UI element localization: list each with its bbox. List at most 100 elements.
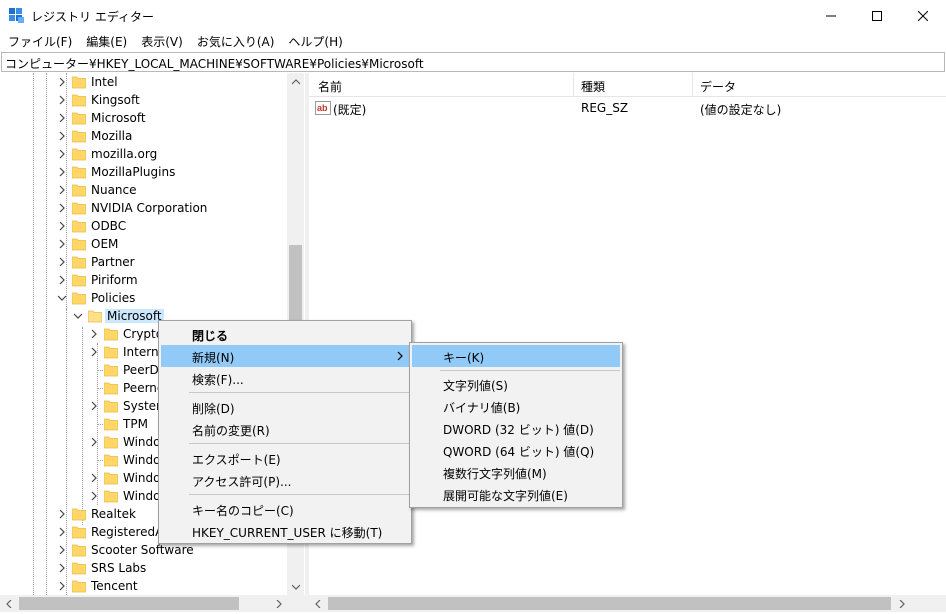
- menu-item-find[interactable]: 検索(F)...: [161, 367, 409, 389]
- menu-item-permissions[interactable]: アクセス許可(P)...: [161, 469, 409, 491]
- tree-item-intel[interactable]: Intel: [0, 73, 287, 91]
- menu-item-delete[interactable]: 削除(D): [161, 396, 409, 418]
- scroll-up-button[interactable]: [287, 73, 304, 90]
- chevron-right-icon[interactable]: [56, 256, 68, 268]
- menu-item-copy-key-name[interactable]: キー名のコピー(C): [161, 498, 409, 520]
- tree-item-mozilla[interactable]: Mozilla: [0, 127, 287, 145]
- menu-item-goto-hkcu[interactable]: HKEY_CURRENT_USER に移動(T): [161, 520, 409, 542]
- menu-item-label: 展開可能な文字列値(E): [443, 489, 568, 503]
- menu-item-rename[interactable]: 名前の変更(R): [161, 418, 409, 440]
- chevron-right-icon[interactable]: [56, 580, 68, 592]
- chevron-right-icon[interactable]: [56, 526, 68, 538]
- menu-item-collapse[interactable]: 閉じる: [161, 323, 409, 345]
- tree-item-microsoft[interactable]: Microsoft: [0, 109, 287, 127]
- tree-item-nuance[interactable]: Nuance: [0, 181, 287, 199]
- folder-icon: [72, 184, 86, 197]
- chevron-right-icon[interactable]: [88, 346, 100, 358]
- chevron-right-icon[interactable]: [56, 148, 68, 160]
- column-header-data[interactable]: データ: [700, 78, 736, 95]
- address-path: コンピューター¥HKEY_LOCAL_MACHINE¥SOFTWARE¥Poli…: [5, 57, 424, 71]
- menu-item-new[interactable]: 新規(N): [161, 345, 409, 367]
- minimize-button[interactable]: [808, 0, 854, 31]
- menu-separator: [189, 392, 409, 393]
- close-button[interactable]: [900, 0, 946, 31]
- tree-item-label: mozilla.org: [91, 147, 158, 161]
- chevron-right-icon[interactable]: [56, 130, 68, 142]
- address-bar[interactable]: コンピューター¥HKEY_LOCAL_MACHINE¥SOFTWARE¥Poli…: [1, 52, 945, 72]
- chevron-right-icon[interactable]: [88, 436, 100, 448]
- tree-item-oem[interactable]: OEM: [0, 235, 287, 253]
- scroll-down-button[interactable]: [287, 578, 304, 595]
- scroll-left-button[interactable]: [0, 595, 17, 612]
- tree-item-label: MozillaPlugins: [91, 165, 176, 179]
- chevron-down-icon[interactable]: [72, 310, 84, 322]
- tree-item-tencent[interactable]: Tencent: [0, 577, 287, 595]
- context-menu: 閉じる 新規(N) 検索(F)... 削除(D) 名前の変更(R) エクスポート…: [158, 320, 412, 544]
- folder-icon: [72, 274, 86, 287]
- tree-item-piriform[interactable]: Piriform: [0, 271, 287, 289]
- menu-item-new-binary[interactable]: バイナリ値(B): [412, 395, 620, 417]
- scroll-thumb[interactable]: [328, 597, 891, 610]
- tree-horizontal-scrollbar[interactable]: [0, 595, 305, 612]
- scroll-thumb[interactable]: [19, 597, 239, 610]
- scroll-right-button[interactable]: [893, 595, 910, 612]
- tree-item-kingsoft[interactable]: Kingsoft: [0, 91, 287, 109]
- column-divider[interactable]: [692, 73, 693, 97]
- tree-item-odbc[interactable]: ODBC: [0, 217, 287, 235]
- chevron-right-icon[interactable]: [56, 76, 68, 88]
- chevron-right-icon[interactable]: [56, 112, 68, 124]
- menu-view[interactable]: 表示(V): [141, 31, 183, 51]
- menu-item-label: HKEY_CURRENT_USER に移動(T): [192, 526, 383, 540]
- menu-item-new-string[interactable]: 文字列値(S): [412, 373, 620, 395]
- chevron-right-icon[interactable]: [88, 328, 100, 340]
- folder-icon: [72, 256, 86, 269]
- chevron-right-icon[interactable]: [56, 220, 68, 232]
- menu-item-export[interactable]: エクスポート(E): [161, 447, 409, 469]
- chevron-right-icon[interactable]: [88, 472, 100, 484]
- chevron-right-icon[interactable]: [88, 400, 100, 412]
- window-title: レジストリ エディター: [31, 10, 154, 24]
- tree-item-nvidia[interactable]: NVIDIA Corporation: [0, 199, 287, 217]
- menu-item-label: 削除(D): [192, 402, 235, 416]
- tree-item-mozilla-org[interactable]: mozilla.org: [0, 145, 287, 163]
- list-item[interactable]: ab (既定) REG_SZ (値の設定なし): [309, 99, 946, 117]
- chevron-right-icon[interactable]: [56, 202, 68, 214]
- column-header-type[interactable]: 種類: [581, 78, 605, 95]
- tree-item-srs-labs[interactable]: SRS Labs: [0, 559, 287, 577]
- chevron-right-icon[interactable]: [56, 94, 68, 106]
- list-horizontal-scrollbar[interactable]: [309, 595, 946, 612]
- scroll-right-button[interactable]: [270, 595, 287, 612]
- registry-editor-icon: [9, 8, 24, 23]
- menu-item-new-qword[interactable]: QWORD (64 ビット) 値(Q): [412, 439, 620, 461]
- chevron-right-icon[interactable]: [56, 508, 68, 520]
- tree-item-label: OEM: [91, 237, 119, 251]
- chevron-down-icon: [291, 584, 300, 590]
- tree-item-mozillaplugins[interactable]: MozillaPlugins: [0, 163, 287, 181]
- tree-item-partner[interactable]: Partner: [0, 253, 287, 271]
- menu-item-new-key[interactable]: キー(K): [412, 345, 620, 367]
- chevron-right-icon[interactable]: [56, 184, 68, 196]
- menu-favorites[interactable]: お気に入り(A): [197, 31, 275, 51]
- menu-item-new-multi-string[interactable]: 複数行文字列値(M): [412, 461, 620, 483]
- menu-item-label: 新規(N): [192, 351, 235, 365]
- menu-item-new-expandable-string[interactable]: 展開可能な文字列値(E): [412, 483, 620, 505]
- chevron-right-icon[interactable]: [56, 562, 68, 574]
- menu-file[interactable]: ファイル(F): [8, 31, 72, 51]
- chevron-right-icon[interactable]: [56, 544, 68, 556]
- menu-help[interactable]: ヘルプ(H): [288, 31, 342, 51]
- tree-item-label: Realtek: [91, 507, 136, 521]
- menu-item-new-dword[interactable]: DWORD (32 ビット) 値(D): [412, 417, 620, 439]
- maximize-button[interactable]: [854, 0, 900, 31]
- column-header-name[interactable]: 名前: [318, 78, 342, 95]
- chevron-right-icon[interactable]: [56, 274, 68, 286]
- chevron-right-icon[interactable]: [56, 166, 68, 178]
- chevron-right-icon[interactable]: [56, 238, 68, 250]
- folder-icon: [72, 76, 86, 89]
- title-bar: レジストリ エディター: [0, 0, 946, 31]
- scroll-left-button[interactable]: [309, 595, 326, 612]
- menu-edit[interactable]: 編集(E): [86, 31, 127, 51]
- chevron-down-icon[interactable]: [56, 292, 68, 304]
- column-divider[interactable]: [573, 73, 574, 97]
- tree-item-policies[interactable]: Policies: [0, 289, 287, 307]
- chevron-right-icon[interactable]: [88, 490, 100, 502]
